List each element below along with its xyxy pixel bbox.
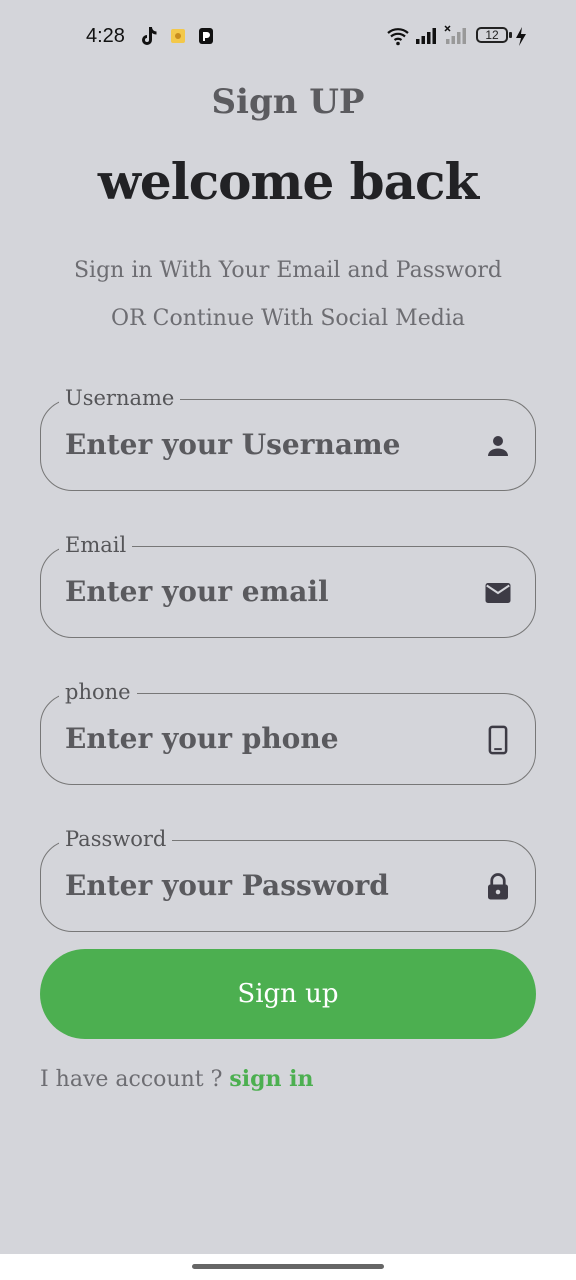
page-title: Sign UP [211,82,365,122]
phone-input[interactable] [65,694,465,783]
parking-icon [199,28,213,44]
password-input[interactable] [65,841,465,930]
signup-button[interactable]: Sign up [40,949,536,1039]
signin-prompt-text: I have account ? [40,1067,230,1092]
tiktok-icon [142,27,157,45]
email-input[interactable] [65,547,465,636]
username-field: Username [40,385,536,491]
username-input[interactable] [65,400,465,489]
lock-icon [488,873,508,900]
email-field: Email [40,532,536,638]
app-icon [171,29,185,43]
battery-icon: 12 [476,27,508,43]
status-bar: 4:28 12 [0,0,576,72]
signin-link[interactable]: sign in [229,1066,313,1092]
signal-icon [416,28,436,44]
password-field: Password [40,826,536,932]
signal-off-icon [444,25,466,44]
battery-tip [509,32,512,38]
signin-prompt: I have account ? sign in [40,1066,314,1092]
home-gesture-handle[interactable] [192,1264,384,1269]
person-icon [488,436,508,456]
phone-icon [488,725,508,755]
welcome-heading: welcome back [97,152,479,211]
mail-icon [485,583,511,603]
wifi-icon [387,28,409,46]
status-time: 4:28 [86,25,125,47]
phone-field: phone [40,679,536,785]
subtitle-line-2: OR Continue With Social Media [111,306,465,331]
charging-icon [516,27,526,46]
subtitle-line-1: Sign in With Your Email and Password [73,258,502,283]
